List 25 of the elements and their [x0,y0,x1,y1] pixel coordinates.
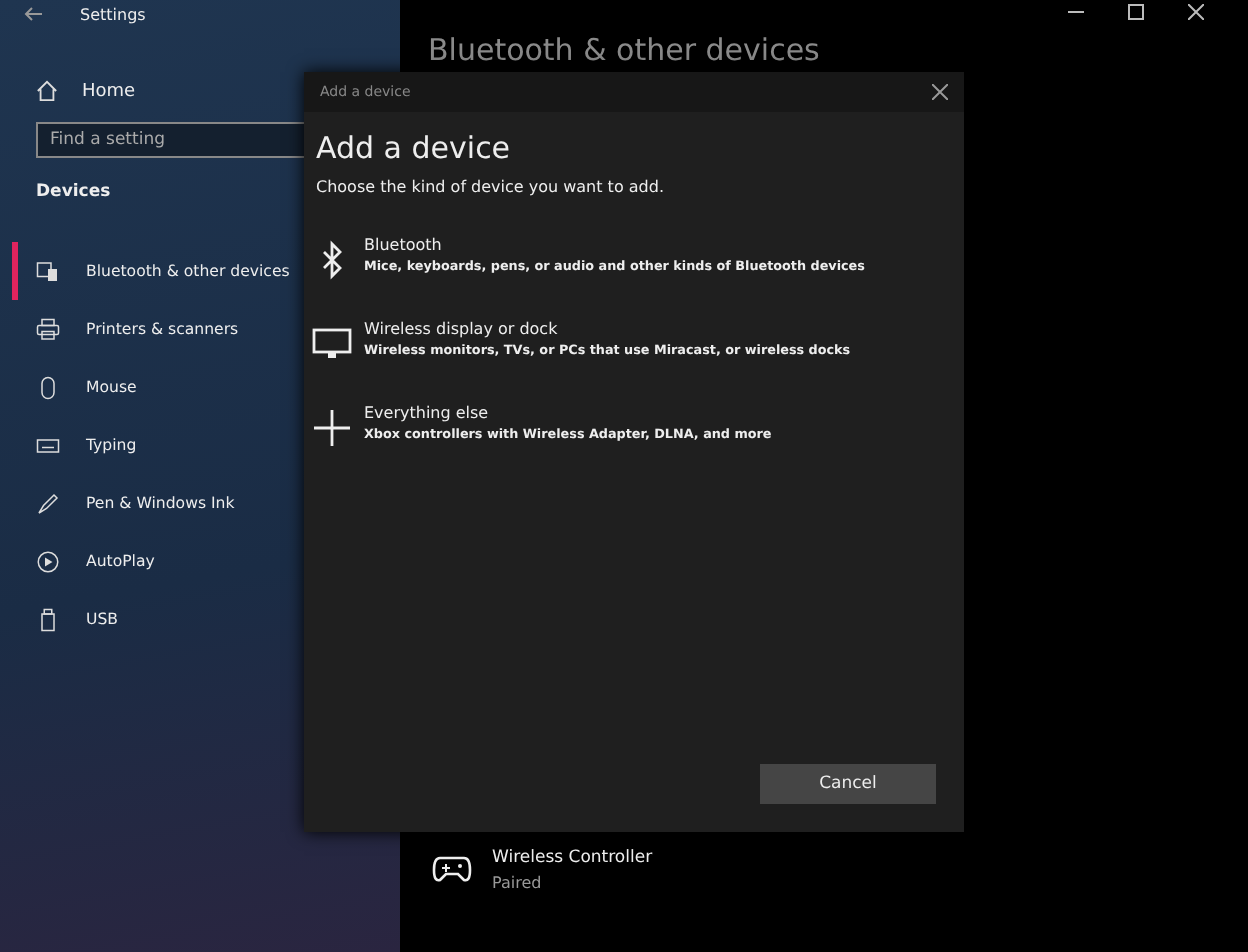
back-arrow-icon[interactable] [24,6,44,22]
device-name: Wireless Controller [492,848,653,868]
close-icon[interactable] [932,84,948,100]
section-heading: Devices [34,182,113,202]
page-heading: Bluetooth & other devices [426,32,820,68]
home-link[interactable]: Home [82,81,136,101]
dialog-subtitle: Choose the kind of device you want to add. [314,176,666,196]
option-title[interactable]: Everything else [364,404,772,422]
usb-icon [36,607,60,631]
device-status: Paired [492,874,544,892]
autoplay-icon [36,549,60,573]
option-title[interactable]: Wireless display or dock [364,320,851,338]
plus-icon [312,408,352,448]
home-icon [36,80,58,102]
maximize-icon[interactable] [1128,4,1144,20]
monitor-icon [312,324,352,364]
close-icon[interactable] [1188,4,1204,20]
pen-icon [36,491,60,515]
cancel-button[interactable]: Cancel [760,764,936,804]
window-title: Settings [80,5,146,23]
bluetooth-devices-icon [36,259,60,283]
gamepad-icon [432,856,472,884]
mouse-icon [36,375,60,399]
printer-icon [36,317,60,341]
keyboard-icon [36,433,60,457]
